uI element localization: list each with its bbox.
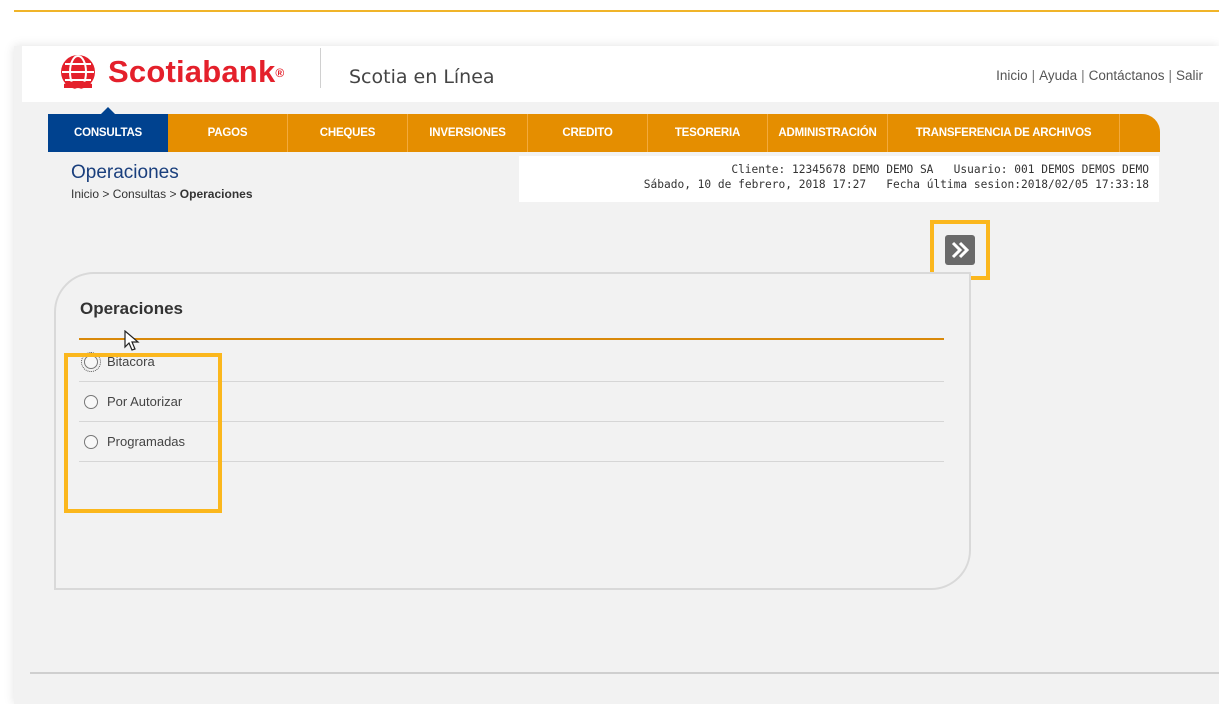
option-label[interactable]: Programadas bbox=[107, 434, 185, 449]
radio-por-autorizar[interactable] bbox=[84, 394, 98, 409]
top-accent-rule bbox=[14, 10, 1219, 12]
breadcrumb-consultas[interactable]: Consultas bbox=[113, 187, 166, 201]
option-programadas[interactable]: Programadas bbox=[79, 422, 944, 462]
link-ayuda[interactable]: Ayuda bbox=[1039, 68, 1077, 83]
page-title: Operaciones bbox=[71, 162, 179, 183]
link-separator: | bbox=[1081, 68, 1085, 83]
client-value: 12345678 DEMO DEMO SA bbox=[791, 163, 934, 176]
nav-item-inversiones[interactable]: INVERSIONES bbox=[408, 114, 528, 152]
footer-divider bbox=[30, 672, 1219, 674]
nav-item-administracion[interactable]: ADMINISTRACIÓN bbox=[768, 114, 888, 152]
page-heading: Operaciones Inicio > Consultas > Operaci… bbox=[71, 162, 253, 201]
double-chevron-right-icon bbox=[951, 241, 970, 259]
mouse-cursor-icon bbox=[124, 330, 140, 351]
option-por-autorizar[interactable]: Por Autorizar bbox=[79, 382, 944, 422]
scotiabank-logo[interactable]: Scotiabank ® bbox=[60, 52, 284, 92]
page-container: Scotiabank ® Scotia en Línea Inicio | Ayuda… bbox=[14, 46, 1219, 704]
breadcrumb-inicio[interactable]: Inicio bbox=[71, 187, 99, 201]
option-label[interactable]: Por Autorizar bbox=[107, 394, 182, 409]
next-button[interactable] bbox=[945, 235, 975, 265]
user-value: 001 DEMOS DEMOS DEMO bbox=[1014, 163, 1149, 176]
link-separator: | bbox=[1031, 68, 1036, 83]
nav-item-consultas[interactable]: CONSULTAS bbox=[48, 107, 168, 152]
breadcrumb-current: Operaciones bbox=[179, 187, 253, 201]
scotiabank-flame-icon bbox=[61, 55, 95, 89]
header: Scotiabank ® Scotia en Línea Inicio | Ayuda… bbox=[22, 46, 1219, 102]
nav-item-credito[interactable]: CREDITO bbox=[528, 114, 648, 152]
nav-item-pagos[interactable]: PAGOS bbox=[168, 114, 288, 152]
nav-item-tesoreria[interactable]: TESORERIA bbox=[648, 114, 768, 152]
session-info: Cliente: 12345678 DEMO DEMO SA Usuario: … bbox=[519, 156, 1159, 202]
panel-title: Operaciones bbox=[80, 299, 183, 318]
link-separator: | bbox=[1168, 68, 1172, 83]
main-nav: CONSULTAS PAGOS CHEQUES INVERSIONES CRED… bbox=[48, 107, 1160, 152]
link-inicio[interactable]: Inicio bbox=[996, 68, 1028, 83]
utility-links: Inicio | Ayuda | Contáctanos | Salir bbox=[996, 68, 1203, 83]
product-name: Scotia en Línea bbox=[349, 66, 495, 88]
radio-programadas[interactable] bbox=[84, 434, 98, 449]
breadcrumb-separator: > bbox=[102, 187, 110, 201]
registered-mark: ® bbox=[275, 66, 285, 80]
client-label: Cliente: bbox=[731, 163, 786, 176]
user-label: Usuario: bbox=[953, 163, 1008, 176]
nav-item-transferencia-de-archivos[interactable]: TRANSFERENCIA DE ARCHIVOS bbox=[888, 114, 1120, 152]
link-contactanos[interactable]: Contáctanos bbox=[1089, 68, 1165, 83]
logo-separator bbox=[320, 48, 321, 88]
next-button-highlight[interactable] bbox=[930, 220, 990, 280]
operations-panel: Operaciones Bitacora Por Autorizar Progr… bbox=[54, 272, 971, 590]
session-line-2: Sábado, 10 de febrero, 2018 17:27 Fecha … bbox=[519, 177, 1149, 192]
brand-name: Scotiabank bbox=[108, 54, 276, 89]
link-salir[interactable]: Salir bbox=[1176, 68, 1203, 83]
last-session-value: 2018/02/05 17:33:18 bbox=[1021, 178, 1149, 191]
option-label[interactable]: Bitacora bbox=[107, 354, 155, 369]
option-bitacora[interactable]: Bitacora bbox=[79, 342, 944, 382]
breadcrumb: Inicio > Consultas > Operaciones bbox=[71, 187, 253, 201]
current-date: Sábado, 10 de febrero, 2018 17:27 bbox=[643, 178, 867, 191]
nav-item-cheques[interactable]: CHEQUES bbox=[288, 114, 408, 152]
radio-bitacora[interactable] bbox=[81, 351, 101, 372]
panel-divider bbox=[79, 338, 944, 340]
session-line-1: Cliente: 12345678 DEMO DEMO SA Usuario: … bbox=[519, 162, 1149, 177]
last-session-label: Fecha última sesion: bbox=[886, 178, 1022, 191]
breadcrumb-separator: > bbox=[169, 187, 177, 201]
